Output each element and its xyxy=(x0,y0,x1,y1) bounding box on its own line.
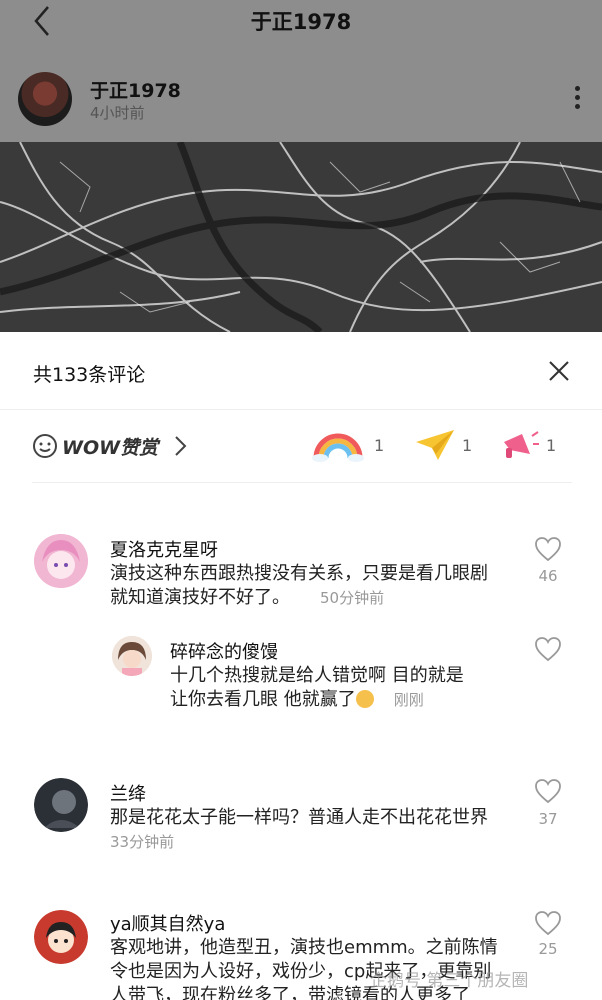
reaction-megaphone[interactable]: 1 xyxy=(500,428,560,464)
paper-plane-icon xyxy=(416,430,454,460)
comment-line: 让你去看几眼 他就赢了 刚刚 xyxy=(170,688,530,712)
smile-emoji-icon xyxy=(355,690,374,708)
comment-text: 十几个热搜就是给人错觉啊 目的就是 让你去看几眼 他就赢了 刚刚 xyxy=(170,664,530,712)
post-time: 4小时前 xyxy=(90,104,145,122)
comment-sheet-header: 共133条评论 xyxy=(0,332,602,410)
reaction-paper-plane[interactable]: 1 xyxy=(414,428,474,464)
comment-item: 夏洛克克星呀 演技这种东西跟热搜没有关系，只要是看几眼剧 就知道演技好不好了。 5… xyxy=(0,522,602,622)
wow-reward-row[interactable]: WOW赞赏 1 1 1 xyxy=(32,428,572,464)
comment-sheet: 共133条评论 WOW赞赏 1 1 1 夏洛克克星呀 演技这种东西跟热搜没有关系… xyxy=(0,332,602,1000)
comment-time: 50分钟前 xyxy=(320,589,385,607)
close-button[interactable] xyxy=(548,360,570,382)
like-heart-icon[interactable] xyxy=(534,910,562,936)
dark-avatar-image xyxy=(34,778,88,832)
watermark: 企鹅号 第三个朋友圈 xyxy=(370,971,529,991)
comment-line: 十几个热搜就是给人错觉啊 目的就是 xyxy=(170,665,464,686)
comment-text: 那是花花太子能一样吗？普通人走不出花花世界 33分钟前 xyxy=(110,806,540,854)
post-background: 于正1978 于正1978 4小时前 xyxy=(0,0,602,332)
comment-author[interactable]: 夏洛克克星呀 xyxy=(110,536,218,562)
reaction-rainbow[interactable]: 1 xyxy=(312,428,385,464)
comment-line: 那是花花太子能一样吗？普通人走不出花花世界 xyxy=(110,807,488,828)
like-count: 46 xyxy=(538,567,558,585)
like-count: 25 xyxy=(538,940,558,958)
like-heart-icon[interactable] xyxy=(534,636,562,662)
smiley-icon xyxy=(33,434,57,458)
comment-text: 演技这种东西跟热搜没有关系，只要是看几眼剧 就知道演技好不好了。 50分钟前 xyxy=(110,562,530,610)
author-avatar[interactable] xyxy=(18,72,72,126)
avatar[interactable] xyxy=(112,636,152,676)
rainbow-icon xyxy=(312,433,364,462)
avatar[interactable] xyxy=(34,778,88,832)
nav-bar: 于正1978 xyxy=(0,0,602,44)
comment-line-text: 让你去看几眼 他就赢了 xyxy=(170,689,356,710)
avatar[interactable] xyxy=(34,910,88,964)
comment-count-title: 共133条评论 xyxy=(33,364,146,386)
girl-avatar-image xyxy=(112,636,152,676)
reaction-count: 1 xyxy=(374,436,385,455)
red-cartoon-avatar-image xyxy=(34,910,88,964)
more-icon[interactable] xyxy=(572,86,582,114)
comment-line: 客观地讲，他造型丑，演技也emmm。之前陈情 xyxy=(110,937,498,958)
author-name[interactable]: 于正1978 xyxy=(90,76,181,103)
comment-time: 33分钟前 xyxy=(110,833,175,851)
wow-reward-label: WOW赞赏 xyxy=(62,437,159,459)
screen: 于正1978 于正1978 4小时前 共133条评论 WOW赞赏 1 1 1 夏… xyxy=(0,0,602,1000)
avatar[interactable] xyxy=(34,534,88,588)
page-title: 于正1978 xyxy=(250,10,352,34)
comment-line: 演技这种东西跟热搜没有关系，只要是看几眼剧 xyxy=(110,563,488,584)
like-heart-icon[interactable] xyxy=(534,778,562,804)
anime-avatar-image xyxy=(34,534,88,588)
post-author: 于正1978 4小时前 xyxy=(18,72,582,128)
reaction-count: 1 xyxy=(546,436,557,455)
comment-item: 兰绛 那是花花太子能一样吗？普通人走不出花花世界 33分钟前 37 xyxy=(0,768,602,858)
post-image[interactable] xyxy=(0,142,602,332)
comment-line: 就知道演技好不好了。 50分钟前 xyxy=(110,586,530,610)
like-heart-icon[interactable] xyxy=(534,536,562,562)
reaction-count: 1 xyxy=(462,436,473,455)
like-count: 37 xyxy=(538,810,558,828)
comment-author[interactable]: 碎碎念的傻馒 xyxy=(170,638,278,664)
megaphone-icon xyxy=(504,431,539,458)
comment-author[interactable]: ya顺其自然ya xyxy=(110,910,225,936)
comment-time: 刚刚 xyxy=(393,691,424,709)
chevron-right-icon xyxy=(175,436,187,456)
reply-item: 碎碎念的傻馒 十几个热搜就是给人错觉啊 目的就是 让你去看几眼 他就赢了 刚刚 xyxy=(0,628,602,728)
comment-line-text: 就知道演技好不好了。 xyxy=(110,587,290,608)
divider xyxy=(32,482,572,483)
snowy-branches-image xyxy=(0,142,602,332)
close-icon xyxy=(549,361,569,381)
comment-author[interactable]: 兰绛 xyxy=(110,780,146,806)
